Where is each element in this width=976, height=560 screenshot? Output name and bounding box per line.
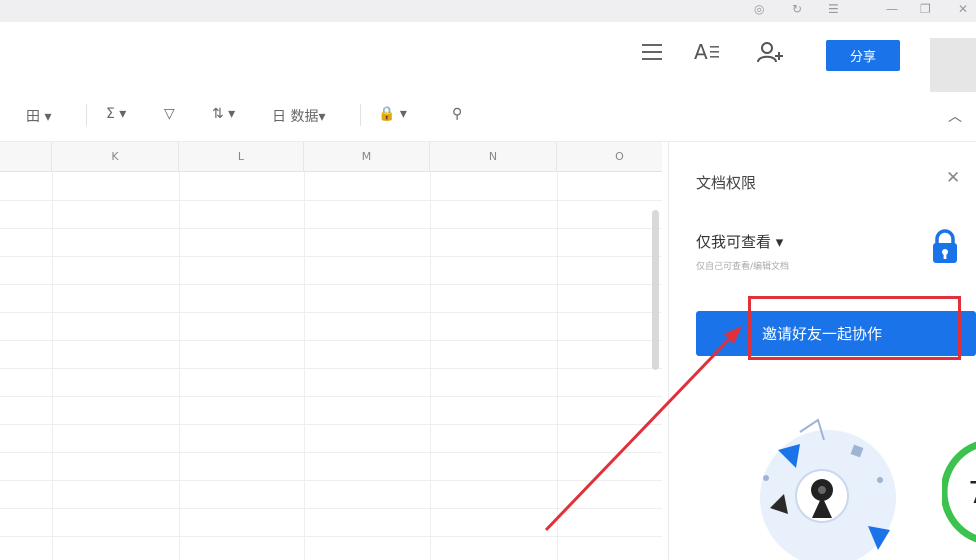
annotation-arrow [544, 326, 742, 532]
app-window: ◎ ↻ ☰ — ❐ ✕ A 分享 田 ▾ Σ ▾ ▽ ⇅ ▾ 日 数据▾ 🔒 ▾… [0, 0, 976, 560]
